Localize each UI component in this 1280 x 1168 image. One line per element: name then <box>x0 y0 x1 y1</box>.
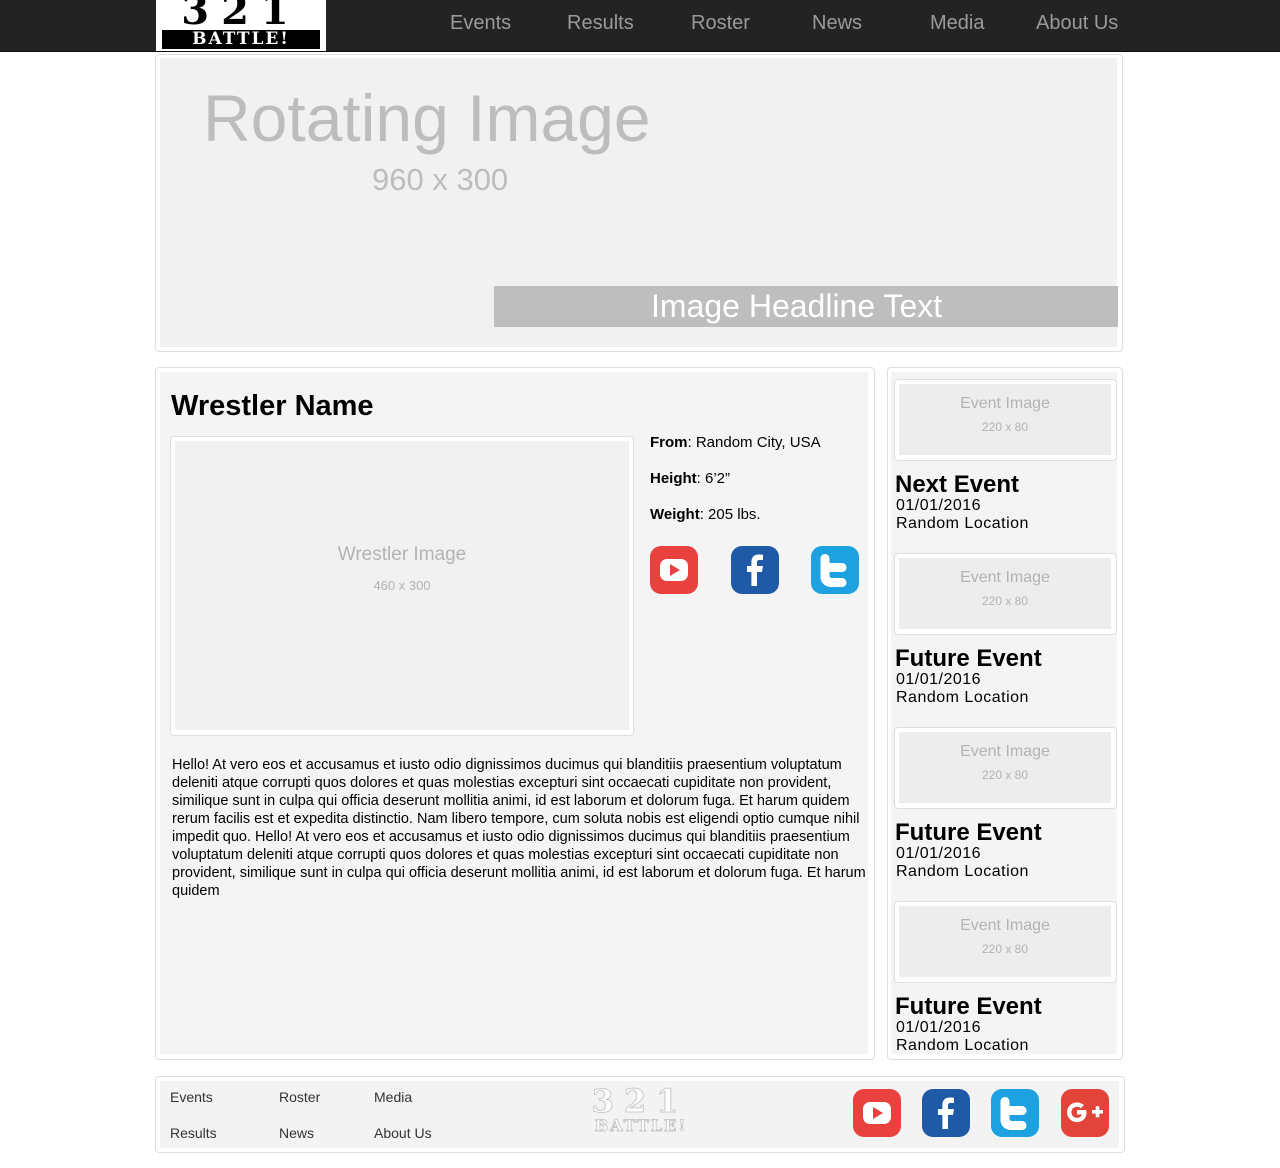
facebook-icon[interactable] <box>922 1089 970 1137</box>
hero-title: Rotating Image <box>203 81 651 155</box>
event-image[interactable]: Event Image 220 x 80 <box>899 558 1111 629</box>
youtube-icon[interactable] <box>650 546 698 594</box>
nav-item-roster[interactable]: Roster <box>691 11 750 35</box>
event-title[interactable]: Future Event <box>895 819 1042 847</box>
nav-item-about-us[interactable]: About Us <box>1036 11 1118 35</box>
facebook-icon[interactable] <box>731 546 779 594</box>
from-label: From <box>650 434 688 451</box>
footer-link-events[interactable]: Events <box>170 1088 213 1106</box>
nav-item-events[interactable]: Events <box>450 11 511 35</box>
youtube-icon[interactable] <box>853 1089 901 1137</box>
from-value: : Random City, USA <box>687 434 821 451</box>
footer-link-about-us[interactable]: About Us <box>374 1124 432 1142</box>
wrestler-name: Wrestler Name <box>171 390 374 422</box>
event-date: 01/01/2016 <box>896 671 982 688</box>
wrestler-from: From: Random City, USA <box>650 434 821 452</box>
weight-value: : 205 lbs. <box>699 506 761 523</box>
footer-link-news[interactable]: News <box>279 1124 314 1142</box>
wrestler-image-dims: 460 x 300 <box>373 578 431 593</box>
event-image-dims: 220 x 80 <box>981 942 1029 956</box>
event-title[interactable]: Future Event <box>895 645 1042 673</box>
footer-link-media[interactable]: Media <box>374 1088 412 1106</box>
wrestler-height: Height: 6’2” <box>650 470 730 488</box>
event-title[interactable]: Next Event <box>895 471 1019 499</box>
google-plus-icon[interactable] <box>1061 1089 1109 1137</box>
event-image[interactable]: Event Image 220 x 80 <box>899 906 1111 977</box>
height-value: : 6’2” <box>696 470 731 487</box>
logo-number: 321 <box>181 0 301 34</box>
logo-word: BATTLE! <box>162 30 320 49</box>
event-date: 01/01/2016 <box>896 497 982 514</box>
event-date: 01/01/2016 <box>896 1019 982 1036</box>
event-title[interactable]: Future Event <box>895 993 1042 1021</box>
event-location: Random Location <box>896 863 1029 880</box>
event-image[interactable]: Event Image 220 x 80 <box>899 384 1111 455</box>
event-location: Random Location <box>896 1037 1029 1054</box>
hero-dimensions: 960 x 300 <box>372 162 509 197</box>
footer-link-roster[interactable]: Roster <box>279 1088 320 1106</box>
nav-item-media[interactable]: Media <box>930 11 984 35</box>
nav-item-results[interactable]: Results <box>567 11 634 35</box>
event-image-dims: 220 x 80 <box>981 594 1029 608</box>
event-image-dims: 220 x 80 <box>981 420 1029 434</box>
event-image-label: Event Image <box>960 395 1050 412</box>
event-location: Random Location <box>896 689 1029 706</box>
wrestler-bio: Hello! At vero eos et accusamus et iusto… <box>172 757 866 899</box>
twitter-icon[interactable] <box>991 1089 1039 1137</box>
hero-headline[interactable]: Image Headline Text <box>651 287 942 325</box>
event-image-label: Event Image <box>960 569 1050 586</box>
top-nav-bar: 321 BATTLE! Events Results Roster News M… <box>0 0 1280 52</box>
wrestler-weight: Weight: 205 lbs. <box>650 506 761 524</box>
nav-item-news[interactable]: News <box>812 11 862 35</box>
footer-logo[interactable]: 321 BATTLE! <box>557 1083 723 1139</box>
footer-logo-number: 321 <box>591 1082 689 1120</box>
event-image-label: Event Image <box>960 743 1050 760</box>
site-logo[interactable]: 321 BATTLE! <box>156 0 326 51</box>
wrestler-image-label: Wrestler Image <box>337 544 467 565</box>
wrestler-image: Wrestler Image 460 x 300 <box>175 441 629 730</box>
weight-label: Weight <box>650 506 700 523</box>
height-label: Height <box>650 470 697 487</box>
footer-link-results[interactable]: Results <box>170 1124 217 1142</box>
twitter-icon[interactable] <box>811 546 859 594</box>
event-date: 01/01/2016 <box>896 845 982 862</box>
footer-logo-word: BATTLE! <box>594 1116 688 1135</box>
event-image-label: Event Image <box>960 917 1050 934</box>
event-image[interactable]: Event Image 220 x 80 <box>899 732 1111 803</box>
event-location: Random Location <box>896 515 1029 532</box>
event-image-dims: 220 x 80 <box>981 768 1029 782</box>
